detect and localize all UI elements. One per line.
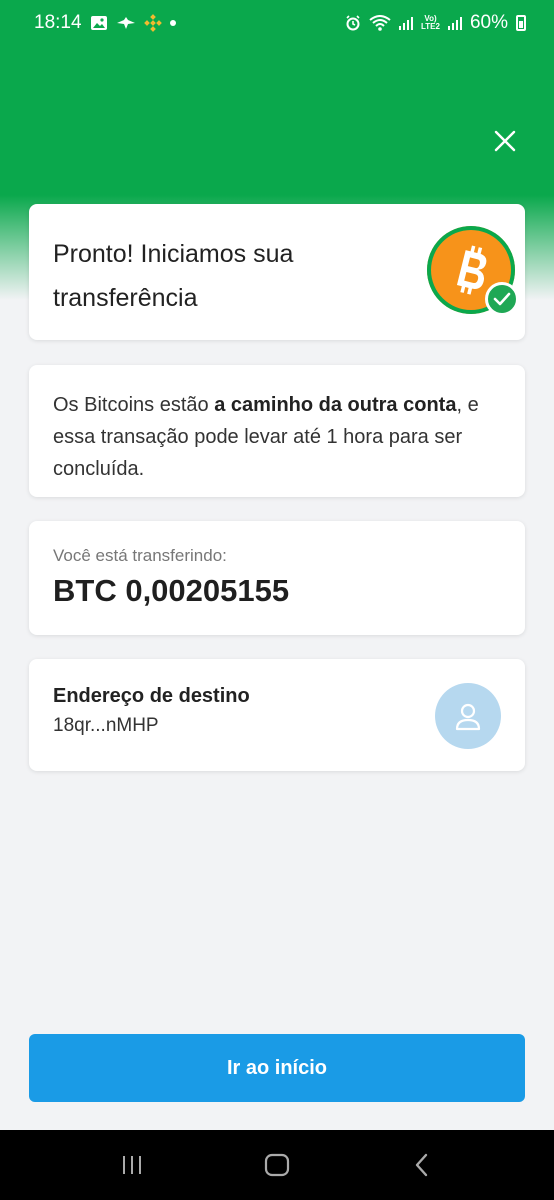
success-card: Pronto! Iniciamos sua transferência bbox=[29, 204, 525, 340]
battery-icon bbox=[516, 15, 526, 31]
amount-value: BTC 0,00205155 bbox=[53, 573, 290, 608]
status-bar: 18:14 Vo) LTE2 60% bbox=[0, 0, 554, 46]
info-card: Os Bitcoins estão a caminho da outra con… bbox=[29, 365, 525, 497]
destination-card: Endereço de destino 18qr...nMHP bbox=[29, 659, 525, 771]
home-icon bbox=[264, 1153, 290, 1177]
alarm-icon bbox=[345, 15, 361, 31]
home-button[interactable] bbox=[257, 1145, 297, 1185]
recent-apps-icon bbox=[123, 1156, 142, 1174]
go-home-button[interactable]: Ir ao início bbox=[29, 1034, 525, 1102]
close-icon bbox=[494, 130, 516, 152]
success-title: Pronto! Iniciamos sua transferência bbox=[53, 240, 294, 312]
wifi-icon bbox=[369, 15, 391, 31]
binance-icon bbox=[143, 14, 162, 32]
info-text: Os Bitcoins estão a caminho da outra con… bbox=[53, 394, 479, 480]
status-time: 18:14 bbox=[34, 12, 82, 33]
system-nav-bar bbox=[0, 1130, 554, 1200]
amount-label: Você está transferindo: bbox=[53, 546, 227, 565]
destination-label: Endereço de destino bbox=[53, 685, 250, 707]
info-text-highlight: a caminho da outra conta bbox=[214, 394, 457, 416]
check-icon bbox=[485, 282, 519, 316]
back-button[interactable] bbox=[402, 1145, 442, 1185]
notification-dot-icon bbox=[169, 20, 176, 26]
signal-icon bbox=[399, 16, 413, 30]
close-button[interactable] bbox=[486, 122, 524, 160]
recent-apps-button[interactable] bbox=[112, 1145, 152, 1185]
amount-card: Você está transferindo: BTC 0,00205155 bbox=[29, 521, 525, 635]
signal-icon bbox=[447, 16, 462, 30]
destination-address: 18qr...nMHP bbox=[53, 715, 159, 736]
battery-percent: 60% bbox=[469, 12, 508, 33]
gallery-icon bbox=[90, 15, 108, 31]
volte-indicator: Vo) LTE2 bbox=[421, 14, 440, 31]
bird-icon bbox=[116, 16, 136, 30]
back-icon bbox=[415, 1153, 427, 1177]
user-icon bbox=[435, 683, 501, 749]
